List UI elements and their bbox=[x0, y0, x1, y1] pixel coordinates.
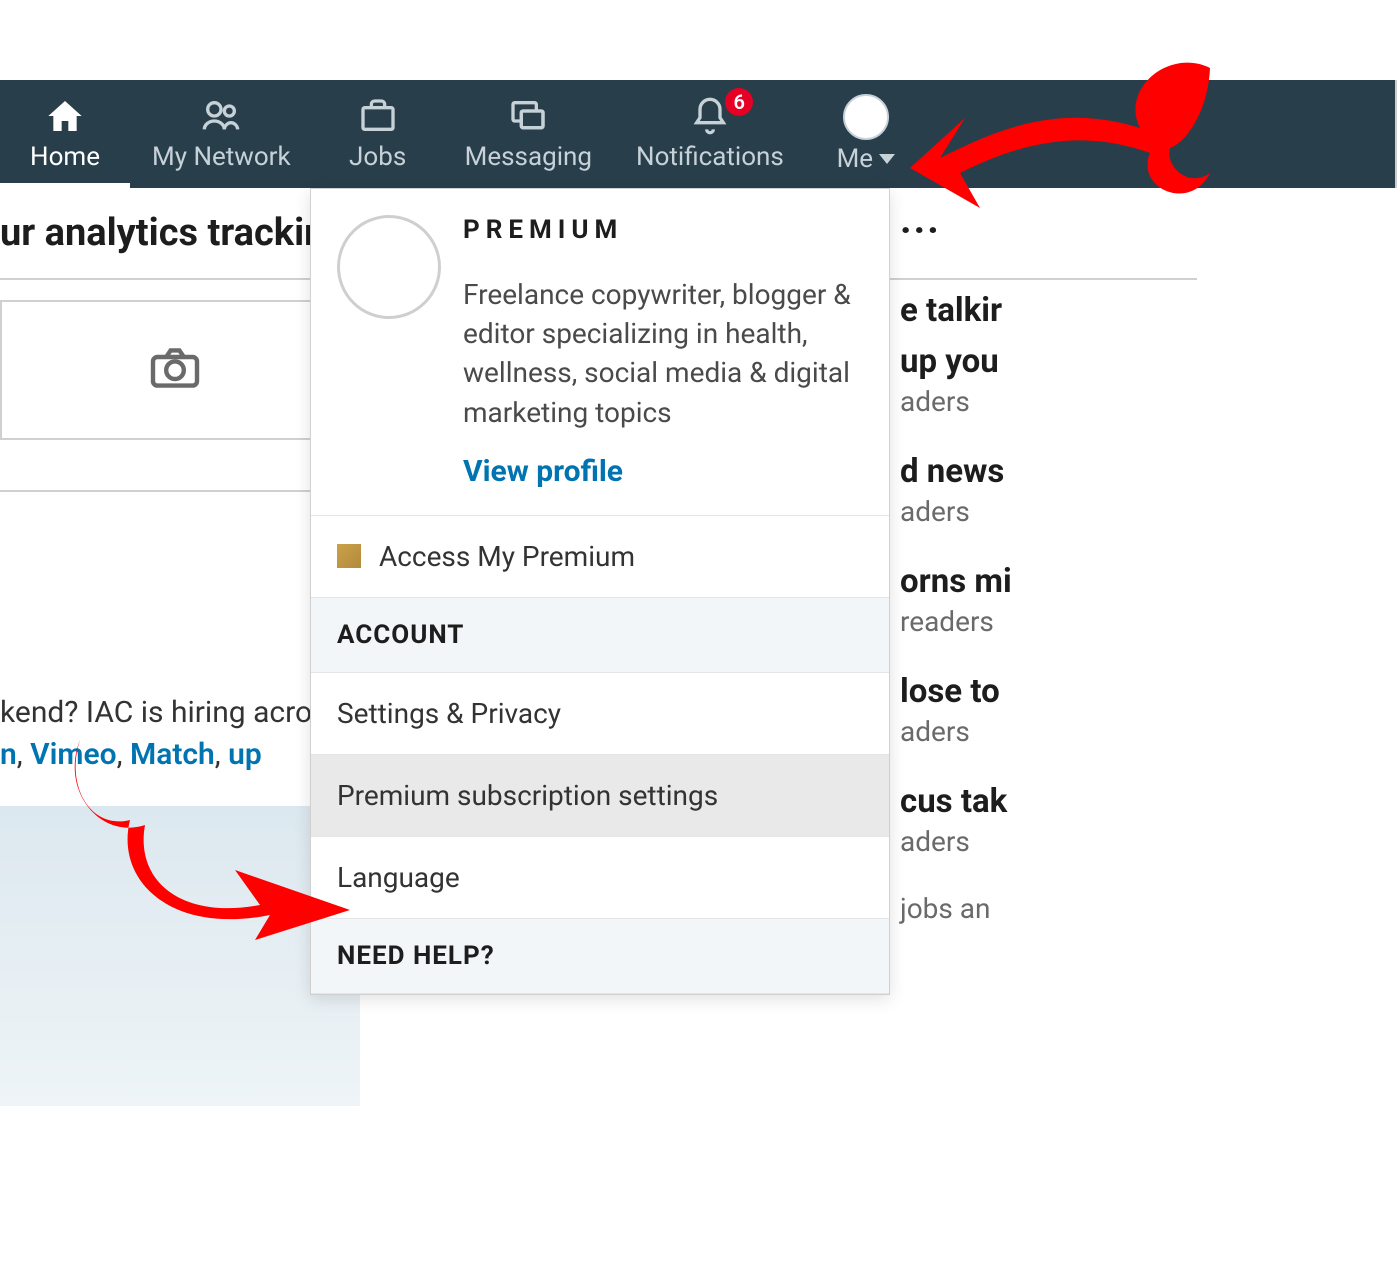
callout-arrow-premium-settings bbox=[70, 730, 350, 940]
premium-label: PREMIUM bbox=[463, 215, 863, 245]
profile-avatar bbox=[337, 215, 441, 319]
nav-me[interactable]: Me bbox=[806, 80, 926, 188]
messaging-icon bbox=[508, 96, 548, 136]
nav-jobs-label: Jobs bbox=[349, 142, 406, 172]
language-label: Language bbox=[337, 861, 460, 894]
dropdown-profile-section: PREMIUM Freelance copywriter, blogger & … bbox=[311, 189, 889, 516]
news-item[interactable]: up you aders bbox=[900, 342, 1397, 418]
settings-privacy-label: Settings & Privacy bbox=[337, 697, 561, 730]
premium-subscription-settings-link[interactable]: Premium subscription settings bbox=[311, 755, 889, 837]
nav-messaging-label: Messaging bbox=[465, 142, 592, 172]
settings-privacy-link[interactable]: Settings & Privacy bbox=[311, 673, 889, 755]
view-profile-link[interactable]: View profile bbox=[463, 454, 863, 489]
home-icon bbox=[45, 96, 85, 136]
profile-headline: Freelance copywriter, blogger & editor s… bbox=[463, 275, 863, 432]
avatar-icon bbox=[843, 94, 889, 140]
people-icon bbox=[201, 96, 241, 136]
right-footer-text: jobs an bbox=[900, 892, 1397, 925]
news-item[interactable]: e talkir bbox=[900, 291, 1397, 330]
premium-badge-icon bbox=[337, 544, 361, 568]
nav-network[interactable]: My Network bbox=[130, 80, 313, 188]
notification-badge: 6 bbox=[725, 88, 753, 116]
nav-jobs[interactable]: Jobs bbox=[313, 80, 443, 188]
nav-home-label: Home bbox=[30, 142, 100, 172]
nav-me-label: Me bbox=[837, 144, 874, 174]
news-item[interactable]: orns mi readers bbox=[900, 562, 1397, 638]
dropdown-section-account: ACCOUNT bbox=[311, 598, 889, 673]
news-item[interactable]: lose to aders bbox=[900, 672, 1397, 748]
access-premium-label: Access My Premium bbox=[379, 540, 635, 573]
nav-notifications[interactable]: 6 Notifications bbox=[614, 80, 806, 188]
language-link[interactable]: Language bbox=[311, 837, 889, 919]
feed-divider bbox=[0, 490, 360, 492]
nav-messaging[interactable]: Messaging bbox=[443, 80, 614, 188]
camera-icon bbox=[148, 346, 202, 394]
right-column: ... e talkir up you aders d news aders o… bbox=[900, 196, 1397, 925]
briefcase-icon bbox=[358, 96, 398, 136]
news-item[interactable]: d news aders bbox=[900, 452, 1397, 528]
feed-column: kend? IAC is hiring acros n, Vimeo, Matc… bbox=[0, 300, 360, 1106]
callout-arrow-me bbox=[910, 58, 1210, 228]
nav-home[interactable]: Home bbox=[0, 80, 130, 188]
nav-network-label: My Network bbox=[152, 142, 291, 172]
bell-icon bbox=[690, 96, 730, 136]
premium-subscription-label: Premium subscription settings bbox=[337, 779, 718, 812]
share-photo-box[interactable] bbox=[0, 300, 350, 440]
news-item[interactable]: cus tak aders bbox=[900, 782, 1397, 858]
dropdown-section-help: NEED HELP? bbox=[311, 919, 889, 994]
chevron-down-icon bbox=[879, 154, 895, 164]
feed-link-n[interactable]: n bbox=[0, 737, 17, 772]
subnav-text: ur analytics tracking, bbox=[0, 211, 357, 255]
access-premium-link[interactable]: Access My Premium bbox=[311, 516, 889, 598]
me-dropdown: PREMIUM Freelance copywriter, blogger & … bbox=[310, 188, 890, 995]
nav-notifications-label: Notifications bbox=[636, 142, 784, 172]
